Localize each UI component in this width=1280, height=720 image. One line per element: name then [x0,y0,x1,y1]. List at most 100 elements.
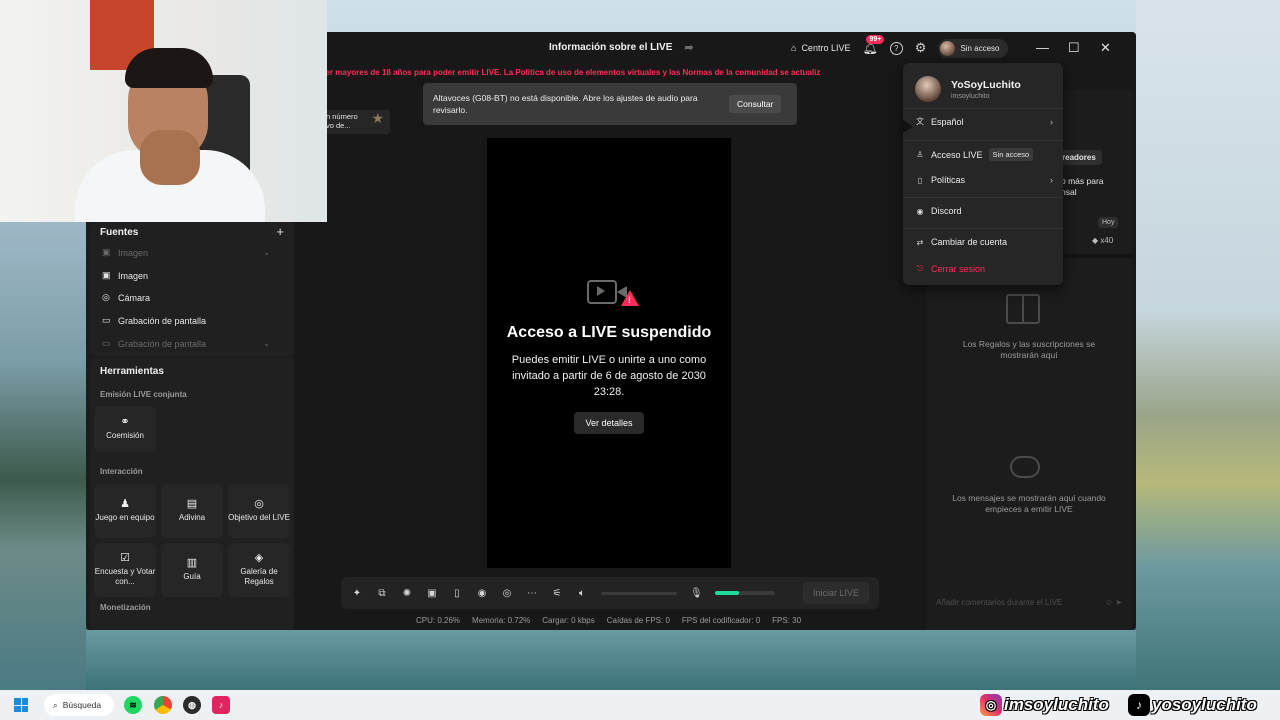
sources-title: Fuentes [100,227,139,238]
user-name: YoSoyLuchito [951,78,1021,91]
spotify-icon[interactable]: ≋ [124,696,142,714]
gift-gallery-card[interactable]: ◈ Galería de Regalos [228,543,290,597]
window-controls: — ☐ ✕ [1036,40,1111,56]
video-camera-warning-icon: ! [587,278,639,308]
speaker-icon[interactable]: 🔈︎ [576,588,588,599]
obs-icon[interactable]: ◍ [183,696,201,714]
tool-label: Guía [183,572,201,581]
volume-slider[interactable] [601,591,677,595]
chevron-right-icon: › [1050,116,1053,127]
divider [903,228,1063,229]
chevron-down-icon[interactable]: ⌄ [263,248,270,257]
toast-message: Altavoces (G08-BT) no está disponible. A… [433,93,698,115]
notifications-button[interactable]: 🔔︎ 99+ [862,35,885,55]
discord-icon: ◉ [916,206,924,216]
desktop-wallpaper-left [0,222,86,690]
live-goal-card[interactable]: ◎ Objetivo del LIVE [228,484,290,538]
menu-item-language[interactable]: 文 Español › [915,116,1053,127]
broadcast-icon[interactable]: ◎ [501,588,513,599]
source-item-screen-recording-dim[interactable]: ▭ Grabación de pantalla ⌄ [102,338,270,349]
magic-wand-icon[interactable]: ✦ [351,588,363,599]
memory-stat: Memoria: 0.72% [472,616,531,625]
multiplier-count: ◆ x40 [1092,236,1114,245]
audio-warning-toast: Altavoces (G08-BT) no está disponible. A… [423,83,797,125]
microphone-icon[interactable]: 🎙︎ [690,588,703,599]
source-label: Grabación de pantalla [118,315,207,326]
gift-icon: ◈ [254,552,264,564]
bottom-toolbar: ✦ ⧉ ✺ ▣ ▯ ◉ ◎ ⋯ ⚟ 🔈︎ 🎙︎ Iniciar LIVE [341,577,879,609]
help-icon[interactable]: ? [889,41,903,55]
view-details-button[interactable]: Ver detalles [574,412,644,434]
desktop-wallpaper-right [1136,0,1280,690]
desktop-wallpaper-bottom [86,630,1136,690]
account-menu-button[interactable]: Sin acceso [938,38,1008,58]
menu-item-switch-account[interactable]: ⇄ Cambiar de cuenta [915,237,1053,247]
window-title-group: Información sobre el LIVE ➦ [549,41,694,54]
share-icon[interactable]: ➦ [684,41,693,54]
guide-card[interactable]: ▥ Guía [161,543,223,597]
note-icon: ▤ [186,498,198,510]
user-handle: imsoyluchito [951,92,990,100]
emoji-icon[interactable]: ☺ ➤ [1105,598,1122,607]
tool-label: Galería de Regalos [240,567,278,586]
phone-icon[interactable]: ▯ [451,588,463,599]
taskbar-search[interactable]: ⌕ Búsqueda [44,694,114,716]
instagram-branding: ◎ imsoyluchito [980,690,1109,720]
centro-live-button[interactable]: ⌂ Centro LIVE [791,43,850,53]
chevron-down-icon[interactable]: ⌄ [263,339,270,348]
star-icon: ★ [371,110,384,126]
tool-label: Encuesta y Votar con... [94,567,156,586]
divider [903,108,1063,109]
windows-start-icon[interactable] [14,698,28,712]
menu-item-discord[interactable]: ◉ Discord [915,206,1053,216]
logout-icon: ⎋ [916,264,924,273]
add-source-icon[interactable]: + [276,225,284,238]
menu-label: Cerrar sesión [931,264,986,274]
chat-bubble-icon [1010,456,1040,478]
interaction-title: Interacción [100,467,143,476]
more-icon[interactable]: ⋯ [526,588,538,599]
record-icon[interactable]: ◉ [476,588,488,599]
consult-button[interactable]: Consultar [729,95,782,113]
source-item-camera[interactable]: ◎ Cámara [102,292,270,303]
source-item-screen-recording[interactable]: ▭ Grabación de pantalla [102,315,270,326]
instagram-handle: imsoyluchito [1004,695,1109,714]
chrome-icon[interactable] [154,696,172,714]
scene-icon[interactable]: ▣ [426,588,438,599]
preview-stage: ! Acceso a LIVE suspendido Puedes emitir… [487,138,731,568]
gear-icon[interactable]: ⚙ [915,40,927,56]
maximize-icon[interactable]: ☐ [1068,40,1080,56]
settings-sliders-icon[interactable]: ⚟ [551,588,563,599]
cpu-stat: CPU: 0.26% [416,616,461,625]
access-status: Sin acceso [960,43,1000,53]
menu-label: Español [931,116,964,127]
today-badge: Hoy [1098,217,1119,228]
source-item-image[interactable]: ▣ Imagen [102,270,270,281]
effects-icon[interactable]: ✺ [401,588,413,599]
access-badge: Sin acceso [988,148,1034,161]
tiktok-branding: ♪ yosoyluchito [1128,690,1257,720]
menu-label: Acceso LIVE [931,149,983,160]
comment-input[interactable]: Añadir comentarios durante el LIVE ☺ ➤ [936,598,1122,607]
poll-card[interactable]: ☑ Encuesta y Votar con... [94,543,156,597]
divider [903,197,1063,198]
joystick-icon: ♟ [120,498,130,510]
minimize-icon[interactable]: — [1036,40,1049,56]
close-icon[interactable]: ✕ [1100,40,1111,56]
guess-card[interactable]: ▤ Adivina [161,484,223,538]
start-live-button[interactable]: Iniciar LIVE [802,582,869,604]
menu-item-live-access[interactable]: ♙ Acceso LIVE Sin acceso [915,148,1053,161]
source-label: Imagen [118,270,149,281]
tiktok-live-icon[interactable]: ♪ [212,696,230,714]
mic-level-meter [715,591,775,595]
menu-item-logout[interactable]: ⎋ Cerrar sesión [915,264,1053,274]
menu-item-policies[interactable]: ▯ Políticas › [915,175,1053,185]
user-icon: ♙ [916,150,924,159]
team-game-card[interactable]: ♟ Juego en equipo [94,484,156,538]
notification-badge: 99+ [866,35,885,44]
source-item-image-dim[interactable]: ▣ Imagen ⌄ [102,247,270,258]
coemision-card[interactable]: ⚭ Coemisión [94,406,156,452]
menu-label: Cambiar de cuenta [931,237,1008,247]
avatar [915,76,941,102]
layers-icon[interactable]: ⧉ [376,588,388,599]
